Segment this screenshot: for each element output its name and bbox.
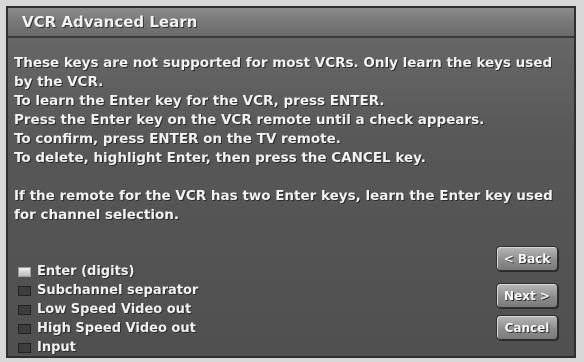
- checkbox-icon: [18, 285, 31, 296]
- checkbox-icon: [18, 304, 31, 315]
- key-item-input[interactable]: Input: [18, 338, 338, 357]
- instruction-line: Press the Enter key on the VCR remote un…: [14, 112, 485, 128]
- key-label: Low Speed Video out: [37, 302, 192, 317]
- dialog-title: VCR Advanced Learn: [22, 13, 198, 31]
- key-label: Enter (digits): [37, 264, 135, 279]
- key-list: Enter (digits) Subchannel separator Low …: [18, 262, 338, 357]
- dialog-title-bar: VCR Advanced Learn: [8, 8, 574, 38]
- key-item-low-speed-video-out[interactable]: Low Speed Video out: [18, 300, 338, 319]
- key-item-subchannel-separator[interactable]: Subchannel separator: [18, 281, 338, 300]
- instruction-line: To delete, highlight Enter, then press t…: [14, 150, 426, 166]
- cancel-button[interactable]: Cancel: [496, 315, 558, 340]
- key-label: High Speed Video out: [37, 321, 196, 336]
- key-item-high-speed-video-out[interactable]: High Speed Video out: [18, 319, 338, 338]
- checkbox-icon: [18, 266, 31, 277]
- instruction-line: To confirm, press ENTER on the TV remote…: [14, 131, 341, 147]
- instruction-spacer: [14, 168, 562, 187]
- instruction-line: for channel selection.: [14, 207, 180, 223]
- instructions-text: These keys are not supported for most VC…: [14, 54, 562, 225]
- screen: VCR Advanced Learn These keys are not su…: [0, 0, 584, 362]
- instruction-line: These keys are not supported for most VC…: [14, 55, 553, 71]
- key-item-enter-digits[interactable]: Enter (digits): [18, 262, 338, 281]
- back-button[interactable]: < Back: [496, 246, 558, 271]
- key-label: Input: [37, 340, 76, 355]
- key-label: Subchannel separator: [37, 283, 199, 298]
- instruction-line: If the remote for the VCR has two Enter …: [14, 188, 553, 204]
- checkbox-icon: [18, 323, 31, 334]
- instruction-line: To learn the Enter key for the VCR, pres…: [14, 93, 385, 109]
- checkbox-icon: [18, 342, 31, 353]
- next-button[interactable]: Next >: [496, 283, 558, 308]
- instruction-line: by the VCR.: [14, 74, 104, 90]
